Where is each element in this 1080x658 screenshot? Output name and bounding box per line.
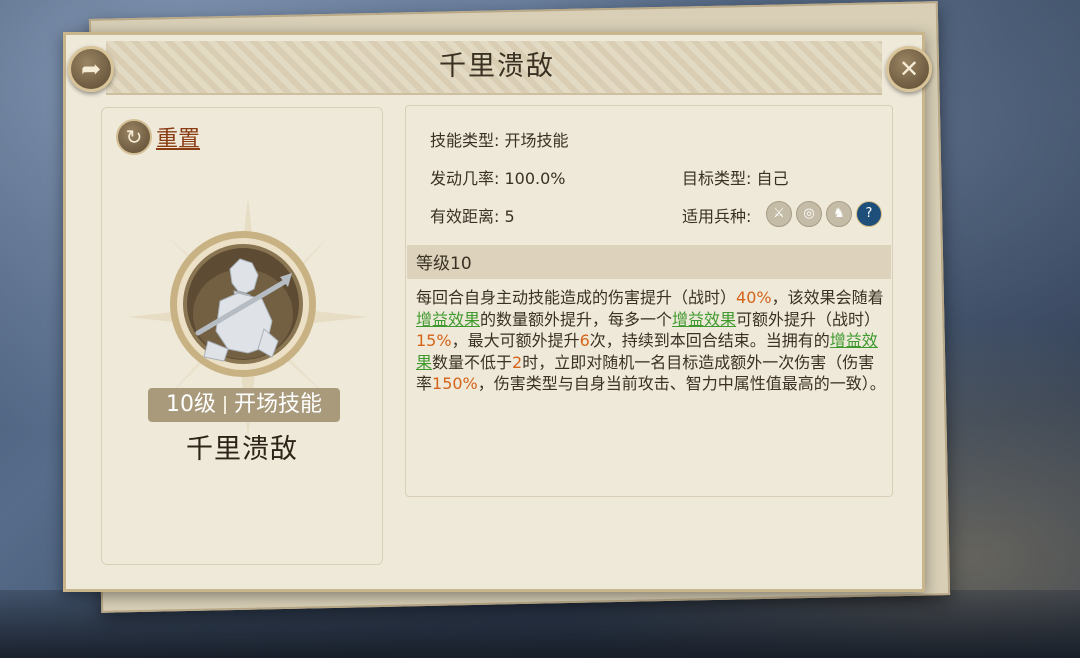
desc-text: 的数量额外提升，每多一个 — [480, 309, 673, 329]
target-type-label: 目标类型: — [682, 169, 752, 188]
range-row: 有效距离: 5 — [430, 203, 515, 227]
trigger-rate-row: 发动几率: 100.0% — [430, 165, 566, 189]
skill-type-value: 开场技能 — [504, 131, 569, 150]
target-type-value: 自己 — [756, 169, 789, 188]
skill-level-tag: 10级 开场技能 — [148, 388, 340, 422]
buff-effect-link[interactable]: 增益效果 — [416, 310, 480, 329]
range-label: 有效距离: — [430, 207, 500, 226]
desc-text: ，伤害类型与自身当前攻击、智力中属性值最高的一致）。 — [477, 374, 886, 393]
share-icon: ➦ — [80, 55, 102, 83]
close-button[interactable]: ✕ — [886, 46, 932, 92]
desc-text: ，最大可额外提升 — [451, 331, 580, 350]
dialog-title: 千里溃敌 — [439, 51, 555, 82]
skill-level: 10级 — [165, 392, 216, 417]
desc-number: 6 — [579, 331, 590, 350]
close-icon: ✕ — [898, 55, 920, 83]
range-value: 5 — [504, 207, 515, 226]
reset-label: 重置 — [156, 127, 201, 152]
sword-icon[interactable]: ⚔ — [766, 201, 792, 227]
desc-number: 2 — [512, 352, 523, 372]
reset-icon: ↻ — [116, 119, 152, 155]
level-header: 等级10 — [416, 254, 472, 274]
desc-text: ，该效果会随着 — [771, 288, 884, 307]
skill-type-row: 技能类型: 开场技能 — [430, 127, 569, 151]
target-type-row: 目标类型: 自己 — [682, 165, 789, 189]
trigger-rate-label: 发动几率: — [430, 169, 500, 188]
trigger-rate-value: 100.0% — [504, 169, 566, 188]
skill-type-label: 技能类型: — [430, 131, 500, 150]
skill-name: 千里溃敌 — [186, 434, 298, 465]
share-button[interactable]: ➦ — [68, 46, 114, 92]
buff-effect-link[interactable]: 增益效果 — [672, 310, 736, 329]
desc-text: 数量不低于 — [432, 352, 513, 372]
skill-portrait-icon — [170, 231, 316, 377]
tag-divider — [223, 396, 226, 414]
desc-text: 次，持续到本回合结束。当拥有的 — [589, 331, 830, 350]
target-icon[interactable]: ◎ — [796, 201, 822, 227]
skill-kind: 开场技能 — [233, 392, 322, 417]
troop-type-label: 适用兵种: — [682, 207, 752, 226]
desc-number: 40% — [736, 288, 772, 307]
level-header-bar — [407, 245, 891, 279]
desc-text: 可额外提升（战时） — [736, 309, 881, 329]
desc-number: 150% — [432, 374, 478, 393]
desc-text: 每回合自身主动技能造成的伤害提升（战时） — [416, 288, 737, 307]
desc-number: 15% — [416, 331, 452, 350]
question-icon[interactable]: ? — [856, 201, 882, 227]
skill-description: 每回合自身主动技能造成的伤害提升（战时）40%，该效果会随着增益效果的数量额外提… — [416, 287, 886, 395]
horse-icon[interactable]: ♞ — [826, 201, 852, 227]
skill-dialog: 千里溃敌 ➦ ✕ ↻ 重置 10级 开场技能 千里溃敌 技能类型: 开场技能 发… — [63, 32, 932, 592]
